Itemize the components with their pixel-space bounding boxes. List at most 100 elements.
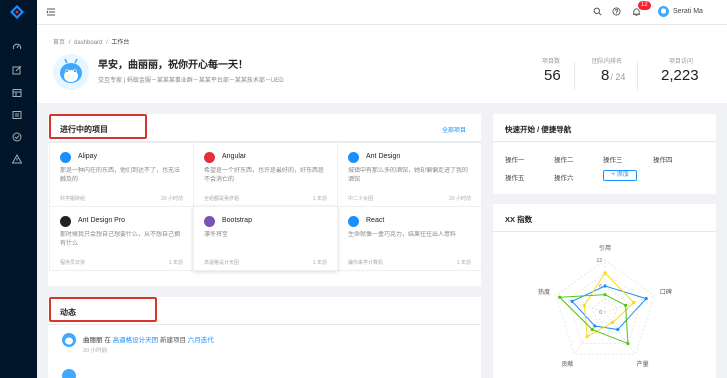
add-quick-link-button[interactable]: + 添加 <box>603 170 637 181</box>
breadcrumb-current: 工作台 <box>111 40 130 46</box>
project-card[interactable]: Alipay 那是一种内在的东西，他们到达不了，也无法触及的科学搬砖组 20 小时前 <box>49 142 194 207</box>
quick-link-4[interactable]: 操作四 <box>653 154 673 164</box>
top-header: 12 Serati Ma <box>37 0 727 25</box>
radar-tick-label: 12 <box>596 258 602 264</box>
profile-icon[interactable] <box>12 110 22 120</box>
breadcrumb-dashboard[interactable]: dashboard <box>74 40 102 46</box>
activity-verb: 在 <box>104 337 111 344</box>
dashboard-icon[interactable] <box>12 42 22 52</box>
all-projects-link[interactable]: 全部项目 <box>442 125 466 134</box>
greeting-subtitle: 交互专家 | 蚂蚁金服－某某某事业群－某某平台部－某某技术部－UED <box>98 78 284 84</box>
react-icon <box>348 216 359 227</box>
quick-link-6[interactable]: 操作六 <box>554 172 574 182</box>
radar-point <box>626 341 630 346</box>
form-icon[interactable] <box>12 65 22 75</box>
check-circle-icon[interactable] <box>12 132 22 142</box>
logo-icon[interactable] <box>10 5 24 19</box>
project-name[interactable]: React <box>366 217 384 224</box>
project-group[interactable]: 骗你来学计算机 <box>348 259 383 266</box>
profile-avatar <box>53 54 89 90</box>
stat-visits-label: 项目访问 <box>669 59 694 65</box>
search-icon[interactable] <box>593 7 602 16</box>
quick-link-3[interactable]: 操作三 <box>603 154 623 164</box>
project-description: 那是一种内在的东西，他们到达不了，也无法触及的 <box>60 168 181 183</box>
radar-card: XX 指数 引用 口碑 产量 贡献 热度 12 6 0 <box>493 204 716 378</box>
radar-axis-label: 贡献 <box>561 360 573 368</box>
project-card[interactable]: Bootstrap 凛冬将至 高逼格设计天团 1 年前 <box>193 206 338 271</box>
projects-card: 进行中的项目 全部项目 Alipay 那是一种内在的东西，他们到达不了，也无法触及… <box>48 114 482 286</box>
radar-point <box>603 293 607 297</box>
activity-action: 新建项目 <box>159 337 186 344</box>
project-time: 20 小时前 <box>449 196 471 202</box>
project-group[interactable]: 全组都是吴彦祖 <box>204 195 239 202</box>
radar-point <box>616 327 620 332</box>
radar-axis-label: 引用 <box>599 244 611 252</box>
alipay-icon <box>60 152 71 163</box>
highlight-projects-title <box>49 114 147 139</box>
project-name[interactable]: Ant Design Pro <box>78 217 125 224</box>
project-time: 1 年前 <box>168 260 183 266</box>
quick-link-2[interactable]: 操作二 <box>554 154 574 164</box>
radar-axis-label: 热度 <box>538 288 550 296</box>
radar-point <box>603 271 607 275</box>
radar-point <box>585 334 589 339</box>
stat-projects-value: 56 <box>544 67 561 84</box>
greeting-title: 早安，曲丽丽，祝你开心每一天！ <box>98 60 248 71</box>
project-time: 20 小时前 <box>161 196 183 202</box>
radar-axis-label: 口碑 <box>660 288 672 296</box>
project-time: 1 年前 <box>456 260 471 266</box>
quick-link-1[interactable]: 操作一 <box>505 154 525 164</box>
warning-icon[interactable] <box>12 154 22 164</box>
project-group[interactable]: 中二少女团 <box>348 195 373 202</box>
radar-axis-line <box>604 311 636 355</box>
menu-fold-icon[interactable] <box>46 7 56 17</box>
stat-divider <box>637 62 638 90</box>
highlight-activity-title <box>49 297 157 322</box>
activity-text: 曲丽丽 在 高逼格设计天团 新建项目 六月迭代 <box>83 334 214 344</box>
quick-link-5[interactable]: 操作五 <box>505 172 525 182</box>
project-name[interactable]: Ant Design <box>366 153 400 160</box>
user-avatar[interactable] <box>658 6 669 17</box>
table-icon[interactable] <box>12 88 22 98</box>
project-group[interactable]: 程序员日常 <box>60 259 85 266</box>
project-description: 凛冬将至 <box>204 232 229 238</box>
project-card[interactable]: Ant Design 城镇中有那么多的酒馆，她却偏偏走进了我的酒馆中二少女团 20 … <box>337 142 482 207</box>
angular-icon <box>204 152 215 163</box>
project-name[interactable]: Bootstrap <box>222 217 252 224</box>
user-name[interactable]: Serati Ma <box>673 8 703 15</box>
sidebar <box>0 0 37 378</box>
project-card[interactable]: Ant Design Pro 那时候我只会想自己想要什么，从不想自己拥有什么程序员… <box>49 206 194 271</box>
bootstrap-icon <box>204 216 215 227</box>
ant-design-icon <box>348 152 359 163</box>
radar-title: XX 指数 <box>505 215 533 224</box>
project-card[interactable]: Angular 希望是一个好东西，也许是最好的，好东西是不会消亡的 全组都是吴彦祖 1… <box>193 142 338 207</box>
breadcrumb-home[interactable]: 首页 <box>53 40 65 46</box>
question-icon[interactable] <box>612 7 621 16</box>
activity-avatar <box>62 369 76 378</box>
project-group[interactable]: 高逼格设计天团 <box>204 259 239 266</box>
radar-point <box>624 303 628 307</box>
quick-nav-card: 快速开始 / 便捷导航 操作一 操作二 操作三 操作四 操作五 操作六 + 添加 <box>493 114 716 194</box>
activity-divider <box>48 324 481 325</box>
radar-grid-ring <box>579 285 631 334</box>
activity-user[interactable]: 曲丽丽 <box>83 337 103 344</box>
page-header: 首页 / dashboard / 工作台 早安，曲丽丽，祝你开心每一天！ 交互专… <box>37 25 727 103</box>
activity-project-link[interactable]: 六月迭代 <box>188 337 214 344</box>
project-description: 那时候我只会想自己想要什么，从不想自己拥有什么 <box>60 232 181 247</box>
radar-axis-label: 产量 <box>637 360 649 368</box>
stat-visits-value: 2,223 <box>661 67 699 84</box>
stat-projects-label: 项目数 <box>542 59 561 65</box>
project-name[interactable]: Alipay <box>78 153 97 160</box>
radar-point <box>558 295 562 299</box>
project-description: 城镇中有那么多的酒馆，她却偏偏走进了我的酒馆 <box>348 168 469 183</box>
radar-point <box>644 297 648 301</box>
project-name[interactable]: Angular <box>222 153 246 160</box>
radar-point <box>632 301 636 305</box>
project-card[interactable]: React 生命就像一盒巧克力，结果往往出人意料 骗你来学计算机 1 年前 <box>337 206 482 271</box>
activity-group-link[interactable]: 高逼格设计天团 <box>113 337 159 344</box>
radar-point <box>570 299 574 303</box>
activity-time: 20 小时前 <box>83 348 108 354</box>
breadcrumb: 首页 / dashboard / 工作台 <box>53 40 130 46</box>
project-group[interactable]: 科学搬砖组 <box>60 195 85 202</box>
notification-badge: 12 <box>638 1 651 10</box>
